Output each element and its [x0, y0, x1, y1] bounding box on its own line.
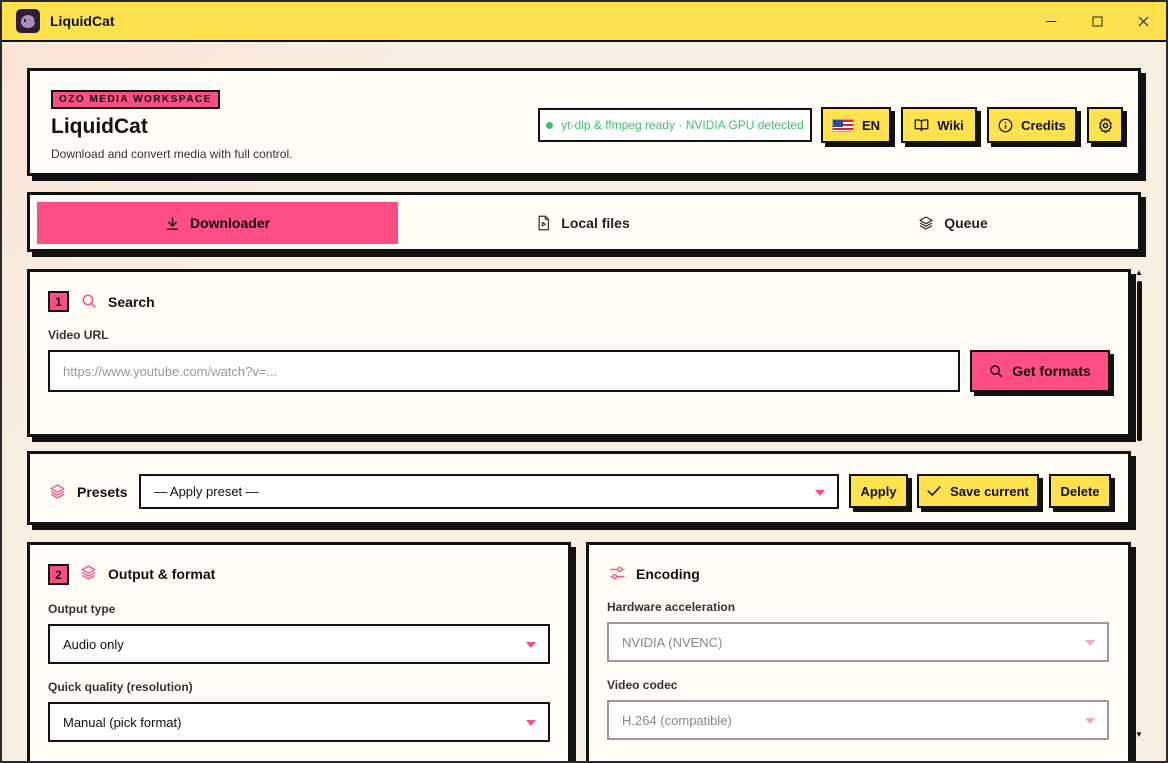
search-section-title: Search [108, 294, 155, 310]
layers-icon [81, 565, 96, 580]
presets-card: Presets — Apply preset — Apply Save curr… [27, 451, 1131, 525]
minimize-button[interactable] [1028, 2, 1074, 40]
search-card: 1 Search Video URL Get formats [27, 269, 1131, 437]
output-type-select[interactable]: Audio only [48, 624, 550, 664]
app-logo-icon [16, 9, 40, 33]
maximize-button[interactable] [1074, 2, 1120, 40]
presets-title: Presets [77, 484, 128, 500]
download-icon [166, 216, 179, 230]
file-play-icon [538, 215, 550, 231]
tab-downloader[interactable]: Downloader [37, 202, 398, 244]
settings-button[interactable] [1087, 107, 1123, 143]
step-number-badge: 1 [48, 291, 69, 312]
close-button[interactable] [1120, 2, 1166, 40]
preset-select-value: — Apply preset — [154, 484, 259, 499]
credits-label: Credits [1021, 117, 1066, 133]
delete-label: Delete [1060, 483, 1100, 499]
video-codec-value: H.264 (compatible) [622, 712, 732, 728]
output-format-card: 2 Output & format Output type Audio only… [27, 542, 571, 761]
delete-preset-button[interactable]: Delete [1049, 474, 1111, 508]
tab-downloader-label: Downloader [189, 215, 271, 231]
us-flag-icon [831, 118, 854, 132]
maximize-icon [1092, 16, 1102, 26]
tab-queue-label: Queue [944, 215, 988, 231]
video-codec-select[interactable]: H.264 (compatible) [607, 700, 1109, 740]
minimize-icon [1046, 20, 1056, 22]
tab-local-files-label: Local files [561, 215, 630, 231]
status-text: yt-dlp & ffmpeg ready · NVIDIA GPU detec… [561, 118, 804, 132]
book-icon [914, 119, 929, 132]
title-bar[interactable]: LiquidCat [2, 2, 1166, 42]
video-url-label: Video URL [48, 328, 109, 342]
language-label: EN [861, 117, 881, 133]
search-icon [82, 294, 96, 308]
video-url-input[interactable] [48, 350, 960, 392]
credits-button[interactable]: Credits [987, 107, 1077, 143]
quick-quality-select[interactable]: Manual (pick format) [48, 702, 550, 742]
gear-icon [1098, 117, 1112, 133]
header-card: OZO MEDIA WORKSPACE LiquidCat Download a… [27, 68, 1141, 176]
tab-local-files[interactable]: Local files [398, 202, 768, 244]
preset-select[interactable]: — Apply preset — [139, 474, 839, 509]
main-area: OZO MEDIA WORKSPACE LiquidCat Download a… [2, 44, 1166, 761]
scroll-down-arrow-icon[interactable]: ▼ [1135, 730, 1143, 739]
tab-bar: Downloader Local files Queue [27, 192, 1141, 252]
status-dot-icon [546, 121, 554, 129]
apply-label: Apply [860, 483, 897, 499]
app-subtitle: Download and convert media with full con… [51, 147, 293, 161]
app-name: LiquidCat [51, 115, 148, 138]
encoding-card: Encoding Hardware acceleration NVIDIA (N… [586, 542, 1131, 761]
workspace-tag: OZO MEDIA WORKSPACE [51, 90, 220, 109]
wiki-label: Wiki [937, 117, 964, 133]
quick-quality-value: Manual (pick format) [63, 714, 182, 730]
chevron-down-icon [1085, 718, 1095, 724]
hardware-acceleration-select[interactable]: NVIDIA (NVENC) [607, 622, 1109, 662]
layers-icon [919, 216, 933, 230]
status-badge: yt-dlp & ffmpeg ready · NVIDIA GPU detec… [538, 108, 812, 142]
scroll-up-arrow-icon[interactable]: ▲ [1135, 268, 1143, 277]
apply-preset-button[interactable]: Apply [849, 474, 908, 508]
quick-quality-label: Quick quality (resolution) [48, 680, 193, 694]
layers-icon [50, 484, 65, 499]
search-icon [990, 365, 1003, 378]
hardware-acceleration-value: NVIDIA (NVENC) [622, 634, 723, 650]
window-controls [1028, 2, 1166, 40]
encoding-title: Encoding [636, 566, 700, 582]
chevron-down-icon [1085, 640, 1095, 646]
step-number-badge: 2 [48, 564, 69, 585]
tab-queue[interactable]: Queue [768, 202, 1138, 244]
app-window: LiquidCat OZO MEDIA WORKSPACE LiquidCat … [0, 0, 1168, 763]
chevron-down-icon [526, 642, 536, 648]
chevron-down-icon [526, 720, 536, 726]
check-icon [927, 486, 941, 496]
save-current-label: Save current [950, 483, 1029, 499]
sliders-icon [610, 566, 625, 580]
wiki-button[interactable]: Wiki [901, 107, 977, 143]
window-title: LiquidCat [50, 13, 115, 29]
output-format-title: Output & format [108, 566, 216, 582]
scrollbar-thumb[interactable] [1137, 281, 1142, 441]
video-codec-label: Video codec [607, 678, 678, 692]
chevron-down-icon [815, 489, 825, 496]
info-icon [998, 118, 1013, 132]
output-type-label: Output type [48, 602, 116, 616]
hardware-acceleration-label: Hardware acceleration [607, 600, 736, 614]
output-type-value: Audio only [63, 636, 124, 652]
close-icon [1138, 16, 1148, 26]
save-current-button[interactable]: Save current [917, 474, 1039, 508]
get-formats-label: Get formats [1012, 363, 1091, 379]
language-button[interactable]: EN [821, 107, 891, 143]
get-formats-button[interactable]: Get formats [970, 350, 1110, 392]
